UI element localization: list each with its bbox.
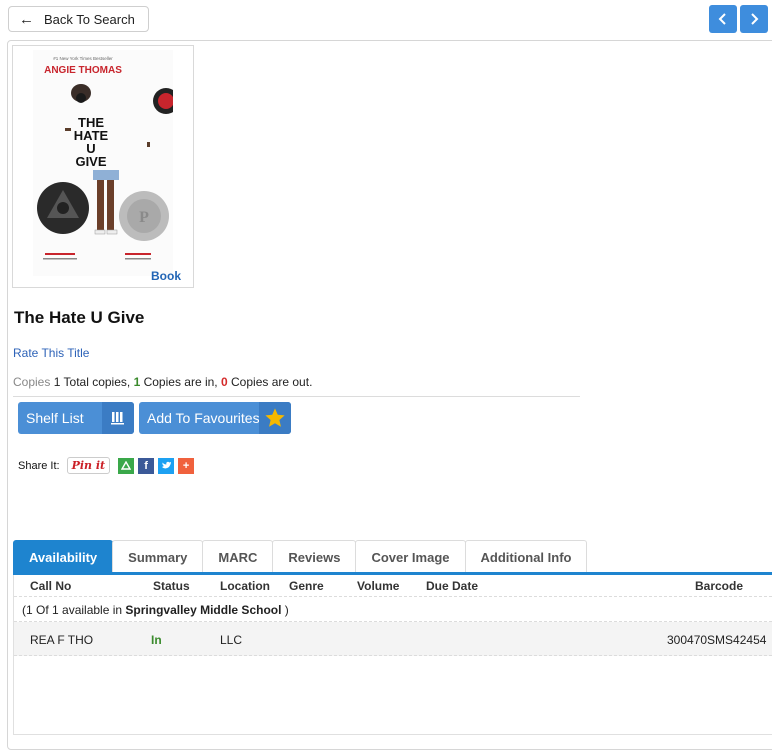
cell-barcode: 300470SMS42454 — [667, 633, 767, 647]
cell-call-no: REA F THO — [30, 633, 94, 647]
twitter-icon[interactable] — [158, 457, 175, 474]
tab-marc[interactable]: MARC — [202, 540, 274, 573]
detail-tabs: Availability Summary MARC Reviews Cover … — [13, 540, 588, 573]
cell-status: In — [151, 633, 162, 647]
tab-summary[interactable]: Summary — [112, 540, 204, 573]
back-to-search-button[interactable]: ← Back To Search — [8, 6, 149, 32]
copies-out-text: Copies are out. — [231, 375, 313, 389]
star-icon — [259, 402, 291, 434]
tab-reviews[interactable]: Reviews — [272, 540, 357, 573]
availability-suffix: ) — [284, 603, 289, 617]
availability-table: Call No Status Location Genre Volume Due… — [13, 575, 772, 735]
copies-summary: Copies 1 Total copies, 1 Copies are in, … — [13, 375, 312, 389]
facebook-icon[interactable]: f — [138, 457, 155, 474]
previous-record-button[interactable] — [709, 5, 737, 33]
chevron-left-icon — [718, 13, 726, 25]
column-barcode: Barcode — [695, 579, 744, 593]
copies-out-count: 0 — [220, 375, 228, 389]
tab-additional-info[interactable]: Additional Info — [464, 540, 588, 573]
column-status: Status — [153, 579, 190, 593]
copies-in-text: Copies are in, — [143, 375, 218, 389]
copies-in-count: 1 — [133, 375, 141, 389]
add-to-favourites-button[interactable]: Add To Favourites — [139, 402, 291, 434]
svg-text:ANGIE THOMAS: ANGIE THOMAS — [44, 65, 122, 76]
google-drive-icon[interactable] — [118, 457, 135, 474]
back-to-search-label: Back To Search — [44, 11, 135, 27]
page-title: The Hate U Give — [14, 308, 145, 327]
column-genre: Genre — [289, 579, 324, 593]
column-due-date: Due Date — [426, 579, 479, 593]
share-label: Share It: — [18, 459, 60, 472]
chevron-right-icon — [751, 13, 759, 25]
more-share-icon[interactable]: + — [178, 457, 195, 474]
total-copies-count: 1 — [53, 375, 61, 389]
books-icon — [102, 402, 134, 434]
column-location: Location — [220, 579, 270, 593]
total-copies-text: Total copies, — [63, 375, 131, 389]
column-call-no: Call No — [30, 579, 72, 593]
pinterest-button[interactable]: Pin it — [66, 457, 111, 474]
share-row: Share It: Pin it f + — [18, 457, 195, 474]
availability-prefix: (1 Of 1 available in — [22, 603, 123, 617]
book-cover-card[interactable]: #1 New York Times Bestseller ANGIE THOMA… — [12, 45, 194, 288]
availability-group-row: (1 Of 1 available in Springvalley Middle… — [14, 598, 772, 622]
shelf-list-label: Shelf List — [26, 410, 84, 426]
column-volume: Volume — [357, 579, 400, 593]
tab-availability[interactable]: Availability — [13, 540, 114, 573]
book-cover-image: #1 New York Times Bestseller ANGIE THOMA… — [33, 50, 173, 276]
svg-text:#1 New York Times Bestseller: #1 New York Times Bestseller — [53, 56, 113, 61]
rate-this-title-link[interactable]: Rate This Title — [13, 346, 89, 360]
next-record-button[interactable] — [740, 5, 768, 33]
shelf-list-button[interactable]: Shelf List — [18, 402, 134, 434]
add-to-favourites-label: Add To Favourites — [147, 410, 260, 426]
table-row[interactable]: REA F THO In LLC 300470SMS42454 — [14, 622, 772, 656]
cell-location: LLC — [220, 633, 243, 647]
copies-label: Copies — [13, 375, 51, 389]
tab-cover-image[interactable]: Cover Image — [355, 540, 466, 573]
svg-text:P: P — [139, 209, 149, 226]
school-name: Springvalley Middle School — [125, 603, 282, 617]
table-header: Call No Status Location Genre Volume Due… — [14, 575, 772, 597]
arrow-left-icon: ← — [19, 10, 34, 28]
svg-text:GIVE: GIVE — [75, 154, 106, 169]
material-type-label[interactable]: Book — [151, 269, 181, 283]
divider — [13, 396, 580, 397]
